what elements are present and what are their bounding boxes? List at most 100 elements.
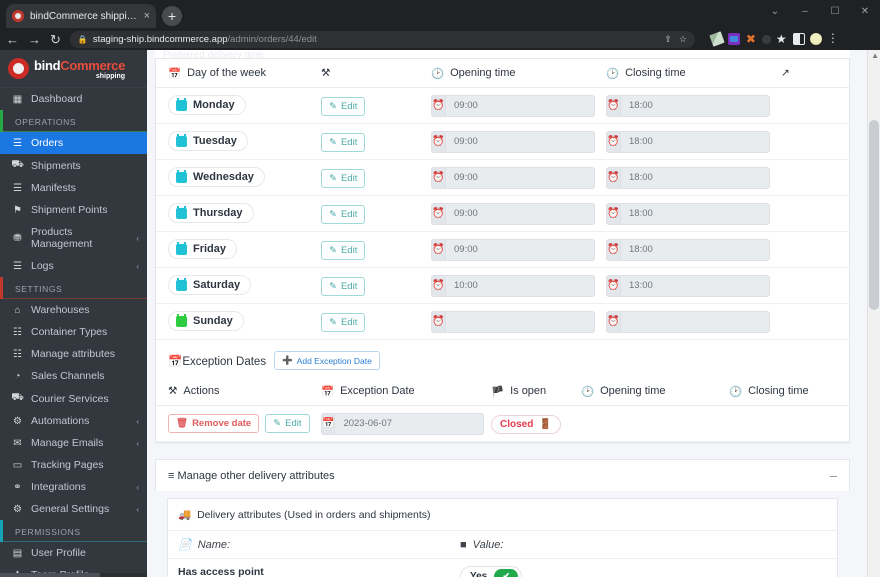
container-icon: ☷	[13, 326, 22, 338]
close-tab-icon[interactable]: ×	[144, 10, 150, 22]
profile-avatar[interactable]	[809, 33, 822, 45]
sidebar-item-warehouses[interactable]: ⌂ Warehouses	[0, 299, 147, 321]
sidebar-item-automations[interactable]: ⚙ Automations ‹	[0, 410, 147, 432]
browser-menu-icon[interactable]: ⋮	[827, 32, 839, 45]
day-pill: Sunday	[168, 311, 244, 332]
edit-button[interactable]: ✎ Edit	[321, 240, 366, 260]
closing-time-input[interactable]	[620, 94, 770, 117]
address-bar[interactable]: 🔒 staging-ship.bindcommerce.app/admin/or…	[69, 30, 695, 48]
col-label: Opening time	[450, 67, 516, 79]
opening-time-input[interactable]	[445, 130, 595, 153]
opening-time-input[interactable]	[445, 310, 595, 333]
edit-pencil-icon: ✎	[329, 316, 337, 328]
sidebar-item-sales-channels[interactable]: ◔ Sales Channels	[0, 365, 147, 387]
attribute-name: Has access point	[178, 566, 264, 577]
bookmark-star-icon[interactable]: ☆	[679, 34, 687, 45]
add-exception-date-button[interactable]: ➕ Add Exception Date	[274, 351, 380, 370]
edit-button[interactable]: ✎ Edit	[321, 168, 366, 188]
closing-time-input[interactable]	[620, 310, 770, 333]
sidebar-item-shipments[interactable]: ⛟ Shipments	[0, 154, 147, 177]
edit-button[interactable]: ✎ Edit	[321, 96, 366, 116]
table-row: Saturday ✎Edit ⏰ ⏰	[156, 268, 849, 304]
calendar-icon	[176, 133, 187, 147]
sidebar-item-user-profile[interactable]: ▤ User Profile	[0, 542, 147, 564]
extension-icon-dot[interactable]	[761, 34, 771, 44]
page-scrollbar[interactable]: ▲	[867, 50, 880, 577]
sidebar-item-container-types[interactable]: ☷ Container Types	[0, 321, 147, 343]
is-open-label: Closed	[500, 418, 534, 430]
share-icon[interactable]: ⇧	[664, 34, 672, 45]
sidebar-item-manage-emails[interactable]: ✉ Manage Emails ‹	[0, 432, 147, 454]
calendar-icon: 📅	[168, 67, 182, 80]
has-access-point-toggle[interactable]: Yes ✔	[460, 566, 523, 577]
closing-time-input[interactable]	[620, 166, 770, 189]
clock-icon: ⏰	[606, 166, 620, 189]
maximize-button[interactable]: ☐	[820, 0, 850, 22]
chevron-left-icon: ‹	[136, 416, 139, 426]
closing-time-input[interactable]	[620, 238, 770, 261]
chevron-left-icon: ‹	[136, 233, 139, 243]
closing-time-input[interactable]	[620, 274, 770, 297]
opening-time-input[interactable]	[445, 202, 595, 225]
edit-button[interactable]: ✎ Edit	[265, 414, 310, 433]
attributes-header[interactable]: ≡ Manage other delivery attributes –	[155, 459, 850, 491]
edit-button[interactable]: ✎ Edit	[321, 204, 366, 224]
sidebar-item-courier-services[interactable]: ⛟ Courier Services	[0, 387, 147, 410]
table-row: Monday ✎Edit ⏰ ⏰	[156, 88, 849, 124]
back-icon[interactable]: ←	[6, 33, 19, 46]
exception-date-group: 📅	[321, 412, 485, 435]
edit-button[interactable]: ✎ Edit	[321, 276, 366, 296]
opening-time-input[interactable]	[445, 238, 595, 261]
browser-toolbar: ← → ↻ 🔒 staging-ship.bindcommerce.app/ad…	[0, 28, 880, 50]
closing-time-input[interactable]	[620, 130, 770, 153]
clock-icon: ⏰	[431, 166, 445, 189]
tab-search-icon[interactable]: ⌄	[760, 0, 790, 22]
extension-icon-purple[interactable]	[727, 33, 740, 45]
scrollbar-thumb[interactable]	[869, 120, 879, 310]
sidebar-item-products-management[interactable]: ⛃ Products Management ‹	[0, 221, 147, 255]
sidebar-scrollbar[interactable]	[0, 573, 147, 577]
sidebar-item-integrations[interactable]: ⚭ Integrations ‹	[0, 476, 147, 498]
closing-time-group: ⏰	[606, 310, 770, 333]
remove-date-button[interactable]: 🗑 Remove date	[168, 414, 260, 433]
sidebar-section-permissions: PERMISSIONS	[0, 520, 147, 542]
collapse-minus-icon[interactable]: –	[830, 469, 837, 482]
minimize-button[interactable]: –	[790, 0, 820, 22]
opening-time-group: ⏰	[431, 166, 595, 189]
preferred-delivery-time-card: 📅 Day of the week ⚒ 🕑 Opening time 🕑 Clo…	[155, 58, 880, 443]
sidebar-item-dashboard[interactable]: ▦ Dashboard	[0, 88, 147, 110]
new-tab-button[interactable]: +	[162, 6, 182, 26]
closing-time-input[interactable]	[620, 202, 770, 225]
edit-button[interactable]: ✎ Edit	[321, 132, 366, 152]
sidebar-item-manage-attributes[interactable]: ☷ Manage attributes	[0, 343, 147, 365]
day-label: Tuesday	[193, 135, 237, 148]
sidebar-item-manifests[interactable]: ☰ Manifests	[0, 177, 147, 199]
chevron-left-icon: ‹	[136, 482, 139, 492]
scroll-up-icon[interactable]: ▲	[871, 51, 879, 60]
sidebar-item-label: Shipments	[31, 159, 81, 172]
sidebar-item-orders[interactable]: ☰ Orders	[0, 132, 147, 154]
close-window-button[interactable]: ✕	[850, 0, 880, 22]
edit-button[interactable]: ✎ Edit	[321, 312, 366, 332]
extensions-puzzle-icon[interactable]: ★	[776, 33, 788, 45]
browser-tab[interactable]: bindCommerce shipping ×	[6, 4, 156, 28]
sidebar-item-tracking-pages[interactable]: ▭ Tracking Pages	[0, 454, 147, 476]
sidebar-item-logs[interactable]: ☰ Logs ‹	[0, 255, 147, 277]
col-expand[interactable]: ↗	[781, 67, 849, 79]
col-label: Closing time	[748, 385, 809, 397]
closing-time-group: ⏰	[606, 202, 770, 225]
opening-time-input[interactable]	[445, 166, 595, 189]
opening-time-input[interactable]	[445, 274, 595, 297]
extension-icon-pencil[interactable]	[709, 31, 725, 47]
brand-logo-area[interactable]: bindCommerce shipping	[0, 50, 147, 88]
forward-icon[interactable]: →	[28, 33, 41, 46]
exception-date-input[interactable]	[334, 412, 485, 435]
opening-time-input[interactable]	[445, 94, 595, 117]
sidebar-item-shipment-points[interactable]: ⚑ Shipment Points	[0, 199, 147, 221]
closed-door-icon: 🚪	[539, 418, 552, 430]
extension-icon-scissors[interactable]: ✖	[745, 33, 757, 45]
side-panel-icon[interactable]	[792, 33, 805, 45]
sidebar-item-general-settings[interactable]: ⚙ General Settings ‹	[0, 498, 147, 520]
attributes-icon: ☷	[13, 348, 22, 360]
reload-icon[interactable]: ↻	[50, 33, 61, 46]
